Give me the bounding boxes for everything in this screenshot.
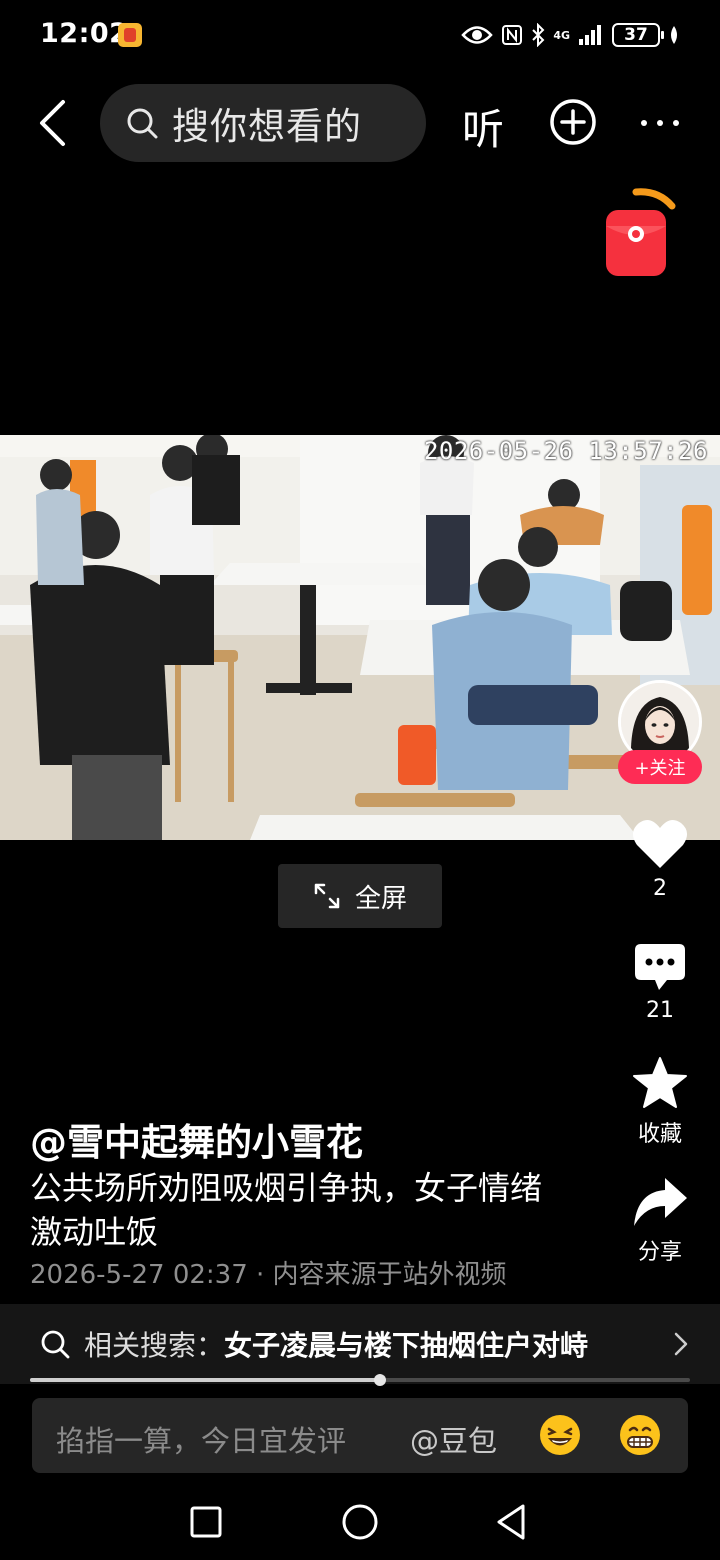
back-nav-button[interactable]	[490, 1500, 534, 1544]
related-search-bar[interactable]: 相关搜索： 女子凌晨与楼下抽烟住户对峙	[0, 1304, 720, 1384]
leaf-icon	[671, 26, 677, 44]
listen-button[interactable]: 听	[462, 96, 504, 157]
dot	[657, 120, 663, 126]
dot	[673, 120, 679, 126]
playback-progress-thumb[interactable]	[373, 1374, 386, 1386]
battery-indicator: 37	[612, 23, 664, 47]
red-packet-icon[interactable]	[600, 186, 680, 282]
add-button[interactable]	[549, 98, 597, 146]
network-type: 4G	[553, 28, 570, 42]
favorite-button[interactable]: 收藏	[610, 1056, 710, 1148]
nfc-icon	[502, 25, 523, 45]
search-box[interactable]: 搜你想看的	[100, 84, 426, 162]
system-nav-bar	[0, 1480, 720, 1560]
dot	[641, 120, 647, 126]
playback-progress-fill	[30, 1378, 380, 1382]
comment-input[interactable]: 掐指一算，今日宜发评 @豆包	[32, 1398, 688, 1473]
comment-icon	[635, 944, 685, 990]
status-time: 12:02	[40, 18, 129, 49]
comment-placeholder: 掐指一算，今日宜发评	[56, 1424, 347, 1458]
back-button[interactable]	[24, 92, 80, 154]
chevron-right-icon	[674, 1332, 688, 1356]
star-icon	[633, 1057, 687, 1108]
laughing-emoji-icon[interactable]	[538, 1413, 582, 1457]
status-bar: 12:02 4G 37	[0, 0, 720, 70]
post-meta: 2026-5-27 02:37 · 内容来源于站外视频	[30, 1260, 507, 1290]
chevron-left-icon	[40, 100, 65, 146]
post-description: 公共场所劝阻吸烟引争执，女子情绪激动吐饭	[30, 1169, 543, 1251]
more-options-button[interactable]	[636, 104, 684, 142]
search-icon	[127, 108, 158, 139]
share-button[interactable]: 分享	[610, 1176, 710, 1266]
status-icons: 4G 37	[461, 20, 680, 50]
favorite-label: 收藏	[637, 1122, 682, 1147]
heart-icon	[632, 819, 688, 868]
follow-button[interactable]: +关注	[618, 750, 702, 784]
fullscreen-label: 全屏	[354, 883, 407, 914]
mention-button[interactable]: @豆包	[410, 1418, 497, 1460]
plus-circle-icon	[550, 99, 596, 145]
share-arrow-icon	[634, 1178, 687, 1226]
app-notification-icon	[118, 23, 142, 47]
video-timestamp-overlay: 2026-05-26 13:57:26	[423, 437, 708, 465]
signal-icon	[579, 25, 601, 45]
comment-button[interactable]: 21	[610, 942, 710, 1023]
comment-count: 21	[646, 998, 674, 1023]
related-search-query: 女子凌晨与楼下抽烟住户对峙	[224, 1329, 589, 1362]
grinning-emoji-icon[interactable]	[618, 1413, 662, 1457]
fullscreen-button[interactable]: 全屏	[278, 864, 442, 928]
expand-icon	[314, 883, 340, 909]
playback-progress-bar[interactable]	[30, 1374, 690, 1386]
home-button[interactable]	[338, 1500, 382, 1544]
search-icon	[41, 1330, 70, 1359]
author-name[interactable]: @雪中起舞的小雪花	[30, 1112, 363, 1166]
bluetooth-icon	[532, 23, 545, 47]
search-placeholder: 搜你想看的	[172, 105, 362, 148]
recents-button[interactable]	[184, 1500, 228, 1544]
eye-icon	[461, 26, 494, 44]
like-count: 2	[653, 876, 667, 901]
video-frame-image	[0, 435, 720, 840]
related-search-prefix: 相关搜索：	[84, 1329, 225, 1362]
video-player[interactable]: 2026-05-26 13:57:26	[0, 435, 720, 840]
share-label: 分享	[637, 1240, 682, 1265]
like-button[interactable]: 2	[610, 818, 710, 901]
